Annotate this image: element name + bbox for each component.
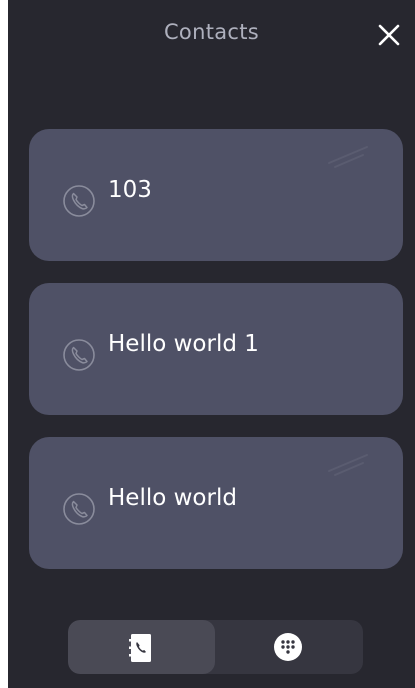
close-icon xyxy=(378,24,400,46)
contact-name: Hello world 1 xyxy=(108,331,259,357)
tab-contacts[interactable] xyxy=(68,620,215,674)
tab-dialpad[interactable] xyxy=(216,620,363,674)
header: Contacts xyxy=(8,0,415,68)
bottom-tab-bar xyxy=(68,620,363,674)
contacts-screen: Contacts 103 Hello world 1 Hello world xyxy=(8,0,415,688)
contact-book-icon xyxy=(129,634,151,662)
phone-icon xyxy=(63,339,95,371)
dialpad-icon xyxy=(274,633,302,661)
close-button[interactable] xyxy=(376,22,402,48)
watermark-icon xyxy=(328,146,368,168)
phone-icon xyxy=(63,185,95,217)
contact-card[interactable]: Hello world xyxy=(29,437,403,569)
page-title: Contacts xyxy=(163,20,260,44)
phone-icon xyxy=(63,493,95,525)
watermark-icon xyxy=(328,454,368,476)
contact-name: 103 xyxy=(108,177,152,203)
contact-card[interactable]: Hello world 1 xyxy=(29,283,403,415)
contact-card[interactable]: 103 xyxy=(29,129,403,261)
contact-name: Hello world xyxy=(108,485,237,511)
